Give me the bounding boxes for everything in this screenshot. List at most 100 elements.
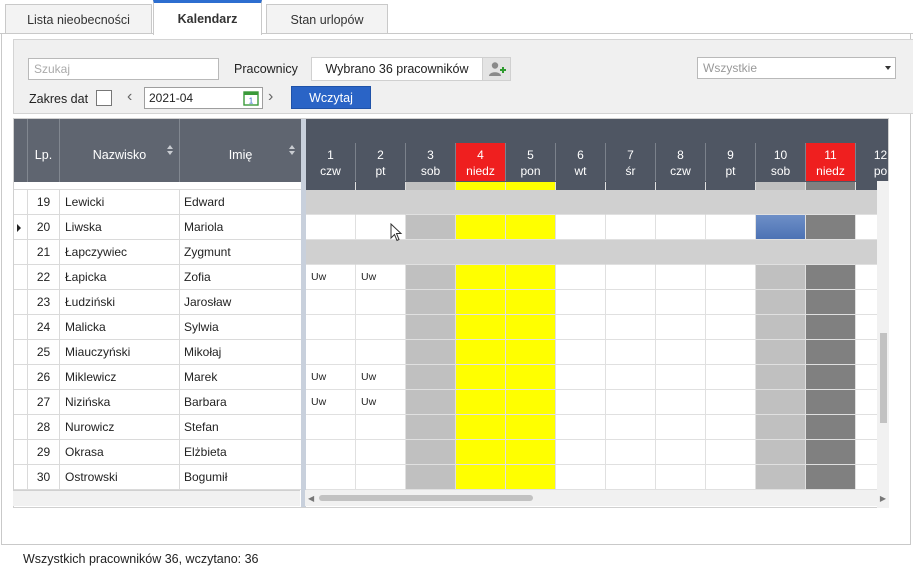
calendar-cell[interactable]: Uw (356, 390, 406, 415)
calendar-cell[interactable] (656, 315, 706, 340)
calendar-cell[interactable] (506, 465, 556, 490)
calendar-cell[interactable] (456, 415, 506, 440)
calendar-cell[interactable] (706, 465, 756, 490)
calendar-cell[interactable] (306, 315, 356, 340)
table-row[interactable]: 27 Nizińska Barbara (14, 390, 301, 415)
horizontal-scroll-thumb[interactable] (319, 495, 533, 501)
calendar-cell[interactable] (356, 190, 406, 215)
calendar-cell[interactable] (806, 240, 856, 265)
calendar-cell[interactable] (456, 390, 506, 415)
calendar-cell[interactable] (606, 390, 656, 415)
scroll-right-icon[interactable]: ▶ (880, 494, 886, 503)
calendar-cell[interactable] (756, 340, 806, 365)
prev-month-icon[interactable]: ‹ (127, 88, 132, 106)
calendar-cell[interactable] (706, 190, 756, 215)
calendar-cell[interactable] (656, 365, 706, 390)
calendar-cell[interactable] (806, 365, 856, 390)
vertical-scroll-thumb[interactable] (880, 333, 887, 423)
calendar-cell[interactable] (556, 190, 606, 215)
calendar-cell[interactable] (806, 340, 856, 365)
calendar-cell[interactable] (456, 440, 506, 465)
calendar-cell[interactable] (806, 465, 856, 490)
calendar-cell[interactable] (506, 290, 556, 315)
calendar-cell[interactable] (606, 215, 656, 240)
next-month-icon[interactable]: › (268, 88, 273, 106)
calendar-cell[interactable] (606, 182, 656, 190)
calendar-cell[interactable] (356, 290, 406, 315)
calendar-cell[interactable] (756, 465, 806, 490)
calendar-cell[interactable] (756, 415, 806, 440)
calendar-cell[interactable] (556, 340, 606, 365)
calendar-cell[interactable] (406, 315, 456, 340)
search-input[interactable]: Szukaj (28, 58, 219, 80)
calendar-cell[interactable] (406, 465, 456, 490)
calendar-cell[interactable] (406, 215, 456, 240)
calendar-cell[interactable] (556, 215, 606, 240)
calendar-cell[interactable] (706, 340, 756, 365)
col-lp-header[interactable]: Lp. (28, 119, 60, 190)
calendar-cell[interactable] (506, 315, 556, 340)
calendar-cell[interactable] (806, 215, 856, 240)
calendar-cell[interactable] (756, 290, 806, 315)
calendar-cell[interactable] (706, 182, 756, 190)
calendar-cell[interactable] (556, 265, 606, 290)
calendar-cell[interactable] (456, 190, 506, 215)
calendar-cell[interactable] (656, 290, 706, 315)
table-row[interactable]: 28 Nurowicz Stefan (14, 415, 301, 440)
table-row[interactable]: 20 Liwska Mariola (14, 215, 301, 240)
month-input[interactable]: 2021-04 1 (144, 87, 263, 109)
calendar-cell[interactable] (356, 182, 406, 190)
calendar-cell[interactable] (356, 440, 406, 465)
calendar-cell[interactable] (706, 265, 756, 290)
calendar-cell[interactable] (306, 290, 356, 315)
calendar-cell[interactable] (656, 215, 706, 240)
calendar-cell[interactable] (706, 290, 756, 315)
table-row[interactable]: 26 Miklewicz Marek (14, 365, 301, 390)
calendar-cell[interactable] (706, 440, 756, 465)
calendar-cell[interactable] (306, 465, 356, 490)
calendar-cell[interactable] (406, 190, 456, 215)
calendar-cell[interactable] (356, 415, 406, 440)
calendar-cell[interactable] (306, 215, 356, 240)
horizontal-scrollbar[interactable]: ◀ ▶ (305, 490, 889, 506)
calendar-cell[interactable] (656, 182, 706, 190)
calendar-cell[interactable] (356, 465, 406, 490)
calendar-cell[interactable] (806, 415, 856, 440)
calendar-cell[interactable] (506, 240, 556, 265)
calendar-cell[interactable]: Uw (306, 390, 356, 415)
calendar-cell[interactable] (706, 240, 756, 265)
calendar-cell[interactable] (356, 240, 406, 265)
employees-select-button[interactable]: Wybrano 36 pracowników (311, 57, 483, 81)
calendar-cell[interactable] (306, 440, 356, 465)
calendar-cell[interactable] (606, 415, 656, 440)
calendar-cell[interactable] (706, 415, 756, 440)
calendar-cell[interactable] (456, 465, 506, 490)
calendar-cell[interactable] (506, 182, 556, 190)
calendar-cell[interactable] (506, 415, 556, 440)
table-row[interactable]: 21 Łapczywiec Zygmunt (14, 240, 301, 265)
table-row[interactable]: 23 Łudziński Jarosław (14, 290, 301, 315)
table-row[interactable]: 29 Okrasa Elżbieta (14, 440, 301, 465)
calendar-cell[interactable] (506, 340, 556, 365)
calendar-cell[interactable] (756, 182, 806, 190)
scroll-left-icon[interactable]: ◀ (308, 494, 314, 503)
calendar-cell[interactable] (456, 290, 506, 315)
calendar-cell[interactable] (406, 365, 456, 390)
calendar-cell[interactable]: Uw (356, 265, 406, 290)
calendar-cell[interactable] (606, 465, 656, 490)
calendar-cell[interactable] (456, 240, 506, 265)
calendar-cell[interactable] (706, 315, 756, 340)
calendar-cell[interactable] (356, 315, 406, 340)
calendar-cell[interactable] (456, 340, 506, 365)
calendar-cell[interactable] (406, 415, 456, 440)
calendar-cell[interactable] (306, 340, 356, 365)
calendar-cell[interactable] (706, 365, 756, 390)
calendar-cell[interactable] (556, 440, 606, 465)
calendar-cell[interactable] (556, 182, 606, 190)
calendar-cell[interactable] (506, 365, 556, 390)
calendar-cell[interactable] (306, 415, 356, 440)
calendar-cell[interactable] (706, 390, 756, 415)
calendar-cell[interactable] (506, 440, 556, 465)
calendar-cell[interactable] (756, 215, 806, 240)
calendar-cell[interactable] (606, 315, 656, 340)
